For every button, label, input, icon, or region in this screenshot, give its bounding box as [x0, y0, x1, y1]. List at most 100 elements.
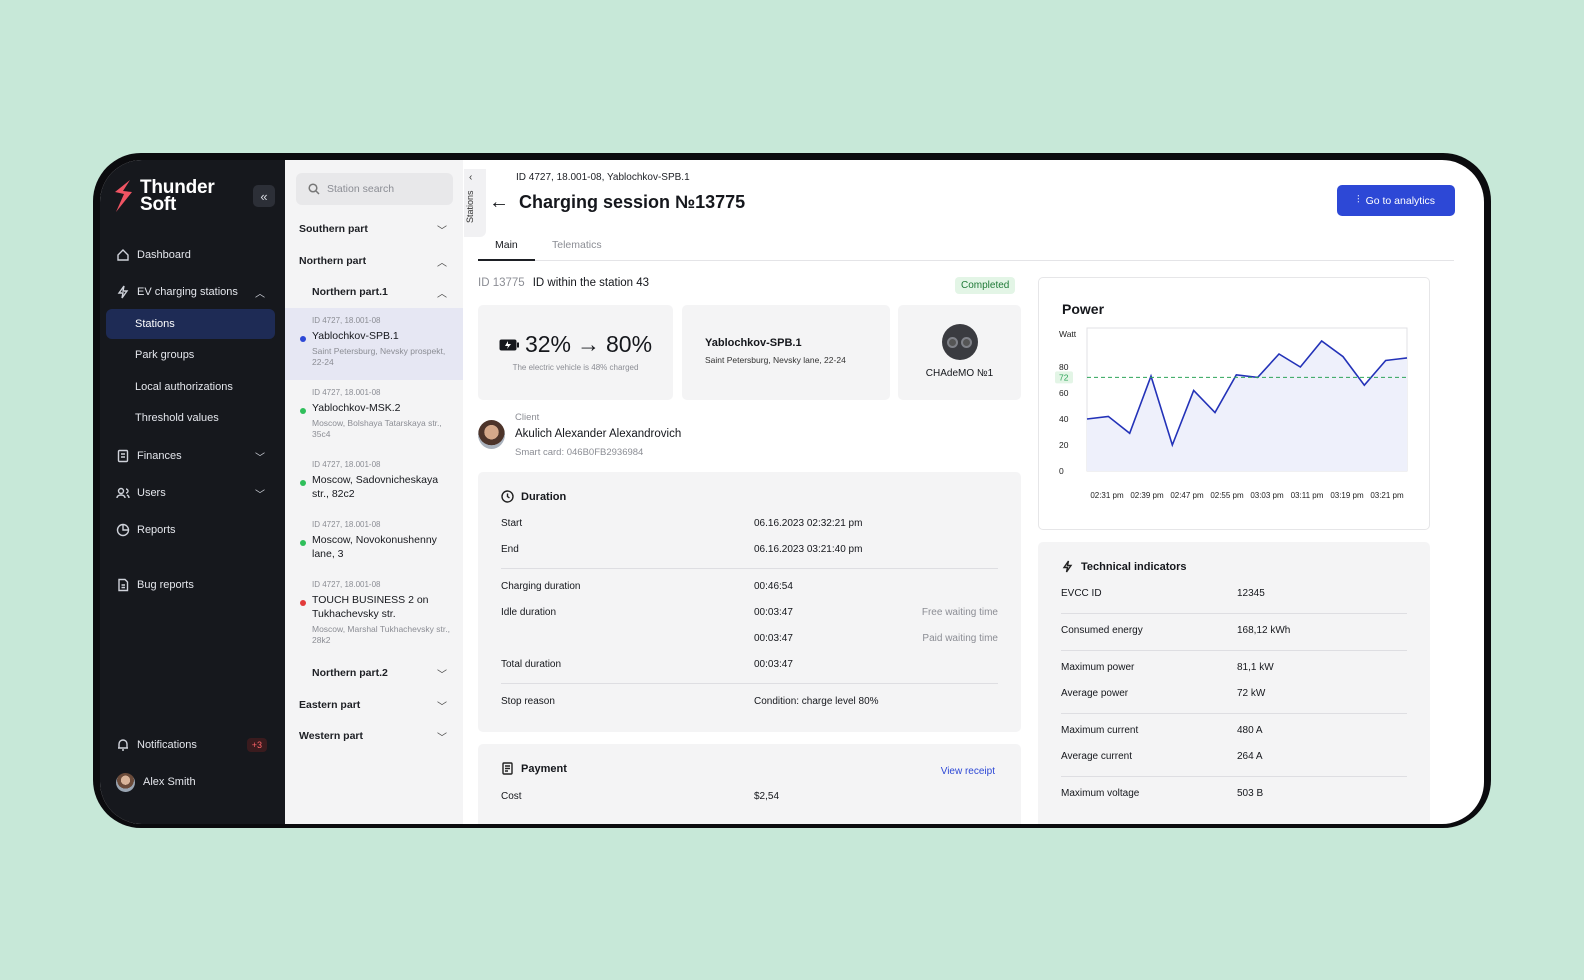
collapse-sidebar-button[interactable]: « [253, 185, 275, 207]
duration-header: Duration [501, 490, 566, 503]
group-eastern-part[interactable]: Eastern part ﹀ [285, 692, 463, 718]
station-address: Saint Petersburg, Nevsky prospekt, 22-24 [312, 346, 446, 367]
bolt-icon [1062, 560, 1073, 573]
row-value: 168,12 kWh [1237, 625, 1291, 636]
x-tick-label: 03:19 pm [1330, 491, 1364, 500]
idle-duration-row: Idle duration 00:03:47 Free waiting time [501, 607, 998, 621]
chevron-up-icon: ︿ [437, 257, 447, 269]
group-label: Eastern part [299, 699, 361, 711]
group-label: Southern part [299, 223, 368, 235]
station-address: Saint Petersburg, Nevsky lane, 22-24 [705, 355, 846, 365]
go-to-analytics-button[interactable]: ⫶ Go to analytics [1337, 185, 1455, 216]
row-label: EVCC ID [1061, 588, 1102, 599]
sidebar-item-notifications[interactable]: Notifications +3 [106, 730, 275, 760]
tab-main[interactable]: Main [478, 237, 535, 261]
station-item[interactable]: ID 4727, 18.001-08 Moscow, Novokonushenn… [285, 512, 463, 572]
status-dot [300, 336, 306, 342]
row-label: Total duration [501, 659, 562, 670]
button-label: Go to analytics [1365, 194, 1436, 207]
reference-label: 72 [1059, 372, 1069, 382]
tech-row: EVCC ID 12345 [1061, 588, 1407, 602]
group-northern-part-2[interactable]: Northern part.2 ﹀ [285, 660, 463, 686]
charge-from: 32% [524, 331, 571, 357]
bell-icon [118, 739, 128, 751]
row-label: Average current [1061, 751, 1132, 762]
session-id: ID 13775 [478, 277, 525, 289]
smart-card: Smart card: 046B0FB2936984 [515, 447, 644, 458]
group-northern-part[interactable]: Northern part ︿ [285, 248, 463, 274]
sidebar-item-label: Users [137, 487, 166, 499]
charge-level-card: 32% → 80% The electric vehicle is 48% char… [478, 305, 673, 400]
divider [1061, 613, 1407, 614]
station-address: Moscow, Bolshaya Tatarskaya str., 35c4 [312, 418, 442, 439]
connector-icon [941, 324, 978, 360]
user-name: Alex Smith [143, 776, 196, 788]
chevron-left-icon: ‹ [469, 172, 473, 183]
station-session-id: ID within the station 43 [532, 277, 650, 289]
station-item[interactable]: ID 4727, 18.001-08 Moscow, Sadovnicheska… [285, 452, 463, 512]
station-id: ID 4727, 18.001-08 [312, 460, 381, 469]
x-tick-label: 03:11 pm [1291, 491, 1324, 500]
row-value: 480 A [1237, 725, 1263, 736]
sidebar-item-reports[interactable]: Reports [106, 515, 275, 545]
row-value: 00:03:47 [754, 659, 793, 670]
receipt-icon [502, 762, 513, 775]
group-northern-part-1[interactable]: Northern part.1 ︿ [285, 279, 463, 305]
row-value: $2,54 [754, 791, 780, 802]
sidebar-item-stations[interactable]: Stations [106, 309, 275, 339]
sidebar-item-finances[interactable]: Finances ﹀ [106, 441, 275, 471]
group-southern-part[interactable]: Southern part ﹀ [285, 216, 463, 242]
row-value: 00:03:47 [754, 607, 793, 618]
arrow-left-icon[interactable]: ← [489, 191, 509, 214]
row-value: 12345 [1237, 588, 1265, 599]
sidebar-item-ev-stations[interactable]: EV charging stations ︿ [106, 277, 275, 307]
y-tick-label: 80 [1059, 362, 1069, 372]
paid-waiting-row: 00:03:47 Paid waiting time [501, 633, 998, 647]
sidebar-item-bug-reports[interactable]: Bug reports [106, 570, 275, 600]
search-input[interactable]: Station search [296, 173, 453, 205]
sidebar-item-label: Threshold values [135, 412, 219, 424]
x-tick-label: 02:47 pm [1170, 491, 1204, 500]
divider [501, 683, 998, 684]
technical-indicators-card: Technical indicators EVCC ID 12345 Consum… [1038, 542, 1430, 824]
total-duration-row: Total duration 00:03:47 [501, 659, 998, 673]
group-western-part[interactable]: Western part ﹀ [285, 723, 463, 749]
section-title: Duration [521, 490, 567, 503]
sidebar-item-threshold-values[interactable]: Threshold values [106, 403, 275, 433]
user-profile[interactable]: Alex Smith [106, 767, 275, 797]
arrow-right-icon: → [577, 331, 600, 357]
row-label: Cost [501, 791, 522, 802]
station-item[interactable]: ID 4727, 18.001-08 Yablochkov-SPB.1 Sain… [285, 308, 463, 380]
start-row: Start 06.16.2023 02:32:21 pm [501, 518, 998, 532]
double-chevron-left-icon: « [260, 188, 268, 204]
sidebar-item-local-authorizations[interactable]: Local authorizations [106, 372, 275, 402]
tab-telematics[interactable]: Telematics [535, 237, 619, 261]
y-tick-label: 20 [1059, 440, 1069, 450]
station-item[interactable]: ID 4727, 18.001-08 TOUCH BUSINESS 2 on T… [285, 572, 463, 656]
row-note: Free waiting time [921, 607, 998, 618]
page-title-row: ← Charging session №13775 [489, 191, 745, 214]
view-receipt-link[interactable]: View receipt [941, 766, 995, 777]
row-label: Idle duration [501, 607, 557, 618]
payment-card: Payment View receipt Cost $2,54 [478, 744, 1021, 824]
bar-chart-icon: ⫶ [1356, 194, 1360, 206]
sidebar-item-label: Dashboard [137, 249, 191, 261]
charging-duration-row: Charging duration 00:46:54 [501, 581, 998, 595]
row-value: 503 B [1237, 788, 1264, 799]
sidebar-item-park-groups[interactable]: Park groups [106, 340, 275, 370]
end-row: End 06.16.2023 03:21:40 pm [501, 544, 998, 558]
sidebar: Thunder Soft « Dashboard EV charging stat… [100, 160, 285, 824]
logo: Thunder Soft [112, 178, 215, 214]
sidebar-item-users[interactable]: Users ﹀ [106, 478, 275, 508]
sidebar-item-label: Finances [137, 450, 182, 462]
station-address: Moscow, Marshal Tukhachevsky str., 28k2 [312, 624, 450, 645]
station-item[interactable]: ID 4727, 18.001-08 Yablochkov-MSK.2 Mosc… [285, 380, 463, 452]
chevron-up-icon: ︿ [437, 288, 447, 300]
sidebar-item-dashboard[interactable]: Dashboard [106, 240, 275, 270]
y-tick-label: 0 [1059, 466, 1064, 476]
row-label: Charging duration [501, 581, 581, 592]
stations-panel-toggle[interactable]: ‹ Stations [464, 169, 486, 237]
power-chart-card: Power Watt 0 20 40 60 80 72 02:31 pm 02:39 pm 02:… [1038, 277, 1430, 530]
x-tick-label: 03:03 pm [1250, 491, 1284, 500]
row-value: 06.16.2023 02:32:21 pm [754, 518, 863, 529]
